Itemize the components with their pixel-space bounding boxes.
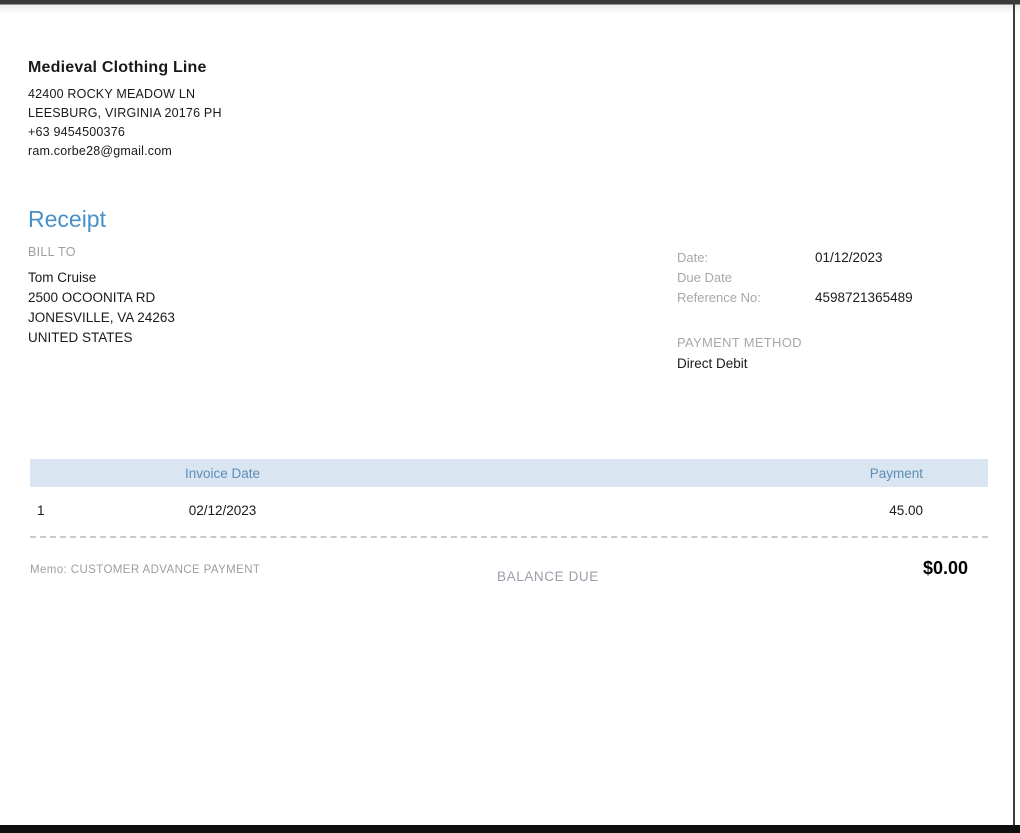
page-title: Receipt (28, 206, 106, 232)
bill-to-label: BILL TO (28, 245, 76, 259)
company-name: Medieval Clothing Line (28, 59, 207, 76)
payment-method-label: PAYMENT METHOD (677, 335, 802, 350)
memo-value: CUSTOMER ADVANCE PAYMENT (70, 564, 261, 576)
balance-due-label: BALANCE DUE (497, 569, 599, 584)
company-phone: +63 9454500376 (28, 125, 125, 139)
invoice-date-cell: 02/12/2023 (188, 503, 257, 518)
row-spacer (375, 503, 889, 518)
page-bottom-border (0, 825, 1020, 833)
date-label: Date: (677, 250, 709, 265)
memo-line: Memo: CUSTOMER ADVANCE PAYMENT (30, 564, 260, 576)
balance-due-value: $0.00 (922, 558, 968, 578)
reference-no-label: Reference No: (677, 290, 761, 305)
payment-method-value: Direct Debit (677, 356, 748, 371)
table-row: 1 02/12/2023 45.00 (30, 503, 988, 518)
due-date-label: Due Date (677, 270, 732, 285)
dashed-divider (30, 536, 988, 538)
bill-to-country: UNITED STATES (28, 330, 133, 345)
payment-cell: 45.00 (889, 503, 923, 518)
company-email: ram.corbe28@gmail.com (28, 144, 173, 158)
table-header-payment: Payment (869, 465, 923, 481)
company-address-line1: 42400 ROCKY MEADOW LN (28, 87, 196, 101)
page-right-border (1013, 0, 1015, 826)
table-header-invoice-date: Invoice Date (184, 465, 261, 481)
bill-to-block: Tom Cruise 2500 OCOONITA RD JONESVILLE, … (28, 268, 175, 348)
bill-to-address-line2: JONESVILLE, VA 24263 (28, 310, 175, 325)
bill-to-address-line1: 2500 OCOONITA RD (28, 290, 156, 305)
date-value: 01/12/2023 (815, 250, 883, 265)
reference-no-value: 4598721365489 (815, 290, 913, 305)
company-address-block: 42400 ROCKY MEADOW LN LEESBURG, VIRGINIA… (28, 85, 222, 161)
row-number-cell: 1 (37, 503, 45, 518)
table-header-row: Invoice Date Payment (30, 459, 988, 487)
page-top-border (0, 0, 1020, 14)
bill-to-name: Tom Cruise (28, 270, 97, 285)
memo-label: Memo: (30, 564, 68, 576)
company-address-line2: LEESBURG, VIRGINIA 20176 PH (28, 106, 222, 120)
receipt-page: Medieval Clothing Line 42400 ROCKY MEADO… (0, 0, 1020, 833)
